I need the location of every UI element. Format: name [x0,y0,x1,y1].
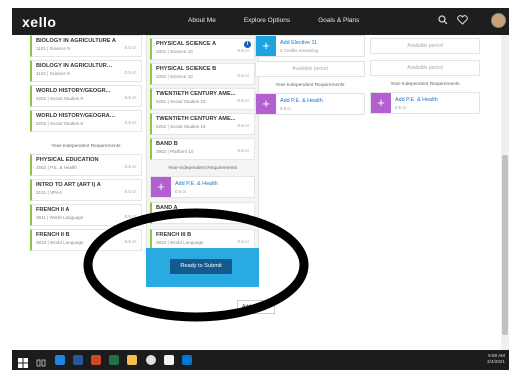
course-card[interactable]: FRENCH II A 3911 | World Language 0.5 cr… [30,204,142,226]
add-grade-button[interactable]: Add Grade 1 [237,300,276,314]
windows-taskbar: 9:59 AM 2/4/2021 [12,350,509,370]
grade-column-9: BIOLOGY IN AGRICULTURE A 1101 | Science … [30,35,142,254]
submit-area: Ready to Submit [146,248,259,287]
scroll-thumb[interactable] [502,155,508,335]
course-card[interactable]: WORLD HISTORY/GEOGR... 5201 | Social Stu… [30,85,142,107]
course-card[interactable]: WORLD HISTORY/GEOGRAP... 5202 | Social S… [30,110,142,132]
taskbar-clock[interactable]: 9:59 AM 2/4/2021 [487,353,505,365]
plus-icon: + [151,177,171,197]
course-card[interactable]: BAND B 2902 | Platform 10 0.5 cr. [150,138,255,160]
grade-column-11: + Add Elective 11 6 Credits remaining Av… [255,35,365,119]
avatar[interactable] [491,13,506,28]
bottom-strip [0,370,512,388]
available-period-slot[interactable]: Available period [370,38,480,54]
course-card[interactable]: BIOLOGY IN AGRICULTURE B 1102 | Science … [30,60,142,82]
add-pe-health-button[interactable]: + Add P.E. & Health 0.5 cr. [150,176,255,198]
windows-start-icon[interactable] [18,355,28,368]
plus-icon: + [371,93,391,113]
course-card[interactable]: PHYSICAL SCIENCE B 1002 | Science 10 0.5… [150,63,255,85]
add-pe-health-button[interactable]: + Add P.E. & Health 0.5 cr. [370,92,480,114]
plus-icon: + [256,94,276,114]
course-card[interactable]: PHYSICAL EDUCATION 2552 | P.E. & Health … [30,154,142,176]
edge-icon[interactable] [55,355,65,365]
course-card[interactable]: BIOLOGY IN AGRICULTURE A 1101 | Science … [30,35,142,57]
course-card[interactable]: PHYSICAL SCIENCE A 1001 | Science 10 0.5… [150,38,255,60]
section-heading: Year-Independent Requirements [275,83,345,88]
outlook-icon[interactable] [182,355,192,365]
chrome-icon[interactable] [146,355,156,365]
heart-icon[interactable] [457,15,468,28]
word-icon[interactable] [73,355,83,365]
app-icon[interactable] [164,355,174,365]
course-card[interactable]: INTRO TO ART (ART I) A 2101 | VPAA 0.5 c… [30,179,142,201]
nav-about-me[interactable]: About Me [188,17,216,24]
add-pe-health-button[interactable]: + Add P.E. & Health 0.5 cr. [255,93,365,115]
powerpoint-icon[interactable] [91,355,101,365]
nav-explore-options[interactable]: Explore Options [244,17,290,24]
screenshot-frame: xello About Me Explore Options Goals & P… [0,0,512,388]
add-elective-button[interactable]: + Add Elective 11 6 Credits remaining [255,35,365,57]
nav-links: About Me Explore Options Goals & Plans [188,17,359,24]
plus-icon: + [256,36,276,56]
ready-to-submit-button[interactable]: Ready to Submit [170,259,232,274]
xello-logo[interactable]: xello [22,14,56,30]
search-icon[interactable] [438,15,448,28]
file-explorer-icon[interactable] [127,355,137,365]
grade-column-12: Available period Available period Year-I… [370,35,480,118]
page-scrollbar[interactable] [501,35,509,350]
nav-goals-plans[interactable]: Goals & Plans [318,17,359,24]
task-view-icon[interactable] [36,355,46,367]
info-icon[interactable]: i [244,41,251,48]
top-nav: xello About Me Explore Options Goals & P… [12,8,509,35]
course-card[interactable]: TWENTIETH CENTURY AME... 5251 | Social S… [150,88,255,110]
course-card[interactable]: TWENTIETH CENTURY AME... 5252 | Social S… [150,113,255,135]
course-card[interactable]: FRENCH II B 3912 | World Language 0.5 cr… [30,229,142,251]
available-period-slot[interactable]: Available period [255,61,365,77]
course-card[interactable]: BAND A 2901 | VPAA 0.5 cr. [150,202,255,224]
course-plan-content: BIOLOGY IN AGRICULTURE A 1101 | Science … [12,35,509,350]
section-heading: Year-Independent Requirements [167,166,238,171]
excel-icon[interactable] [109,355,119,365]
available-period-slot[interactable]: Available period [370,60,480,76]
section-heading: Year-Independent Requirements [51,144,121,149]
section-heading: Year-Independent Requirements [390,82,460,87]
